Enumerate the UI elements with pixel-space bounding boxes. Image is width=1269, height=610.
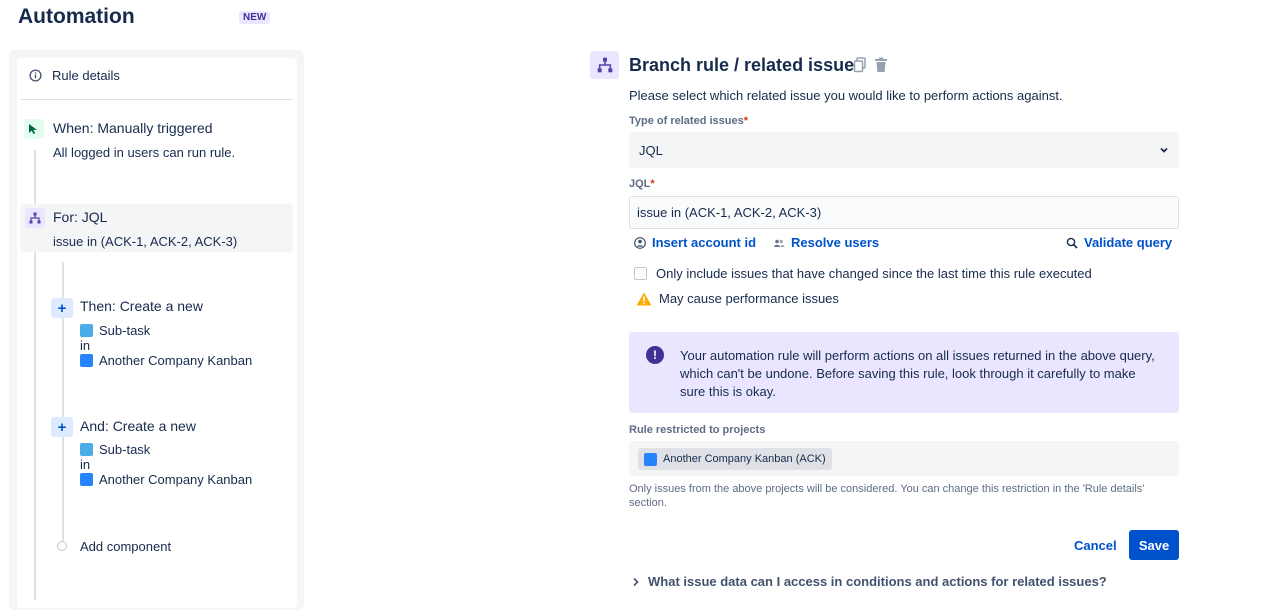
user-icon (634, 236, 646, 249)
warning-icon (636, 292, 652, 305)
branch-icon (25, 208, 45, 228)
subtask-icon (80, 443, 93, 456)
action-in: in (80, 457, 91, 472)
copy-icon[interactable] (853, 57, 867, 73)
panel-description: Please select which related issue you wo… (629, 88, 1063, 103)
cursor-icon (24, 119, 44, 139)
validate-query-link[interactable]: Validate query (1066, 235, 1172, 250)
rule-outline-list (17, 58, 297, 608)
panel-title: Branch rule / related issues (629, 55, 865, 75)
new-badge: NEW (239, 11, 271, 24)
action-in: in (80, 338, 91, 353)
users-icon (773, 239, 785, 247)
restricted-label: Rule restricted to projects (629, 424, 766, 436)
divider (21, 99, 293, 100)
project-tag: Another Company Kanban (ACK) (638, 448, 832, 470)
project-icon (80, 354, 93, 367)
action-title[interactable]: Then: Create a new (80, 298, 203, 314)
action-title[interactable]: And: Create a new (80, 418, 196, 434)
jql-label: JQL* (629, 178, 655, 190)
plus-icon: + (51, 417, 73, 437)
project-icon (80, 473, 93, 486)
jql-input[interactable]: issue in (ACK-1, ACK-2, ACK-3) (629, 196, 1179, 229)
cancel-button[interactable]: Cancel (1064, 530, 1127, 560)
type-select-value: JQL (639, 142, 663, 158)
action-project: Another Company Kanban (80, 353, 252, 368)
insert-account-id-link[interactable]: Insert account id (634, 235, 756, 250)
only-include-label: Only include issues that have changed si… (656, 266, 1092, 281)
type-select[interactable]: JQL (629, 132, 1179, 168)
info-icon (29, 69, 42, 82)
jql-input-value: issue in (ACK-1, ACK-2, ACK-3) (637, 205, 822, 220)
search-icon (1066, 237, 1078, 249)
chevron-down-icon (1160, 147, 1168, 153)
plus-icon: + (51, 298, 73, 318)
action-issue-type: Sub-task (80, 442, 150, 457)
project-icon (644, 452, 657, 466)
only-include-row[interactable]: Only include issues that have changed si… (634, 266, 1092, 281)
performance-warning: May cause performance issues (636, 291, 839, 306)
faq-expander[interactable]: What issue data can I access in conditio… (632, 574, 1107, 589)
trash-icon[interactable] (874, 57, 888, 73)
info-message-text: Your automation rule will perform action… (680, 348, 1155, 399)
rule-details-item[interactable]: Rule details (29, 68, 120, 83)
trigger-subtitle: All logged in users can run rule. (53, 145, 236, 160)
type-label: Type of related issues* (629, 115, 749, 127)
page-title: Automation (18, 5, 135, 28)
chevron-right-icon (633, 577, 639, 586)
add-component-dot-icon (57, 541, 67, 551)
restricted-note: Only issues from the above projects will… (629, 483, 1145, 509)
resolve-users-link[interactable]: Resolve users (773, 235, 879, 250)
branch-subtitle: issue in (ACK-1, ACK-2, ACK-3) (53, 234, 238, 249)
add-component-button[interactable]: Add component (80, 539, 171, 554)
trigger-title[interactable]: When: Manually triggered (53, 120, 213, 136)
subtask-icon (80, 324, 93, 337)
exclamation-icon: ! (646, 346, 664, 364)
action-issue-type: Sub-task (80, 323, 150, 338)
save-button[interactable]: Save (1129, 530, 1179, 560)
only-include-checkbox[interactable] (634, 267, 647, 280)
rule-details-label: Rule details (52, 68, 120, 83)
branch-title[interactable]: For: JQL (53, 209, 107, 225)
action-project: Another Company Kanban (80, 472, 252, 487)
branch-icon (590, 51, 619, 79)
